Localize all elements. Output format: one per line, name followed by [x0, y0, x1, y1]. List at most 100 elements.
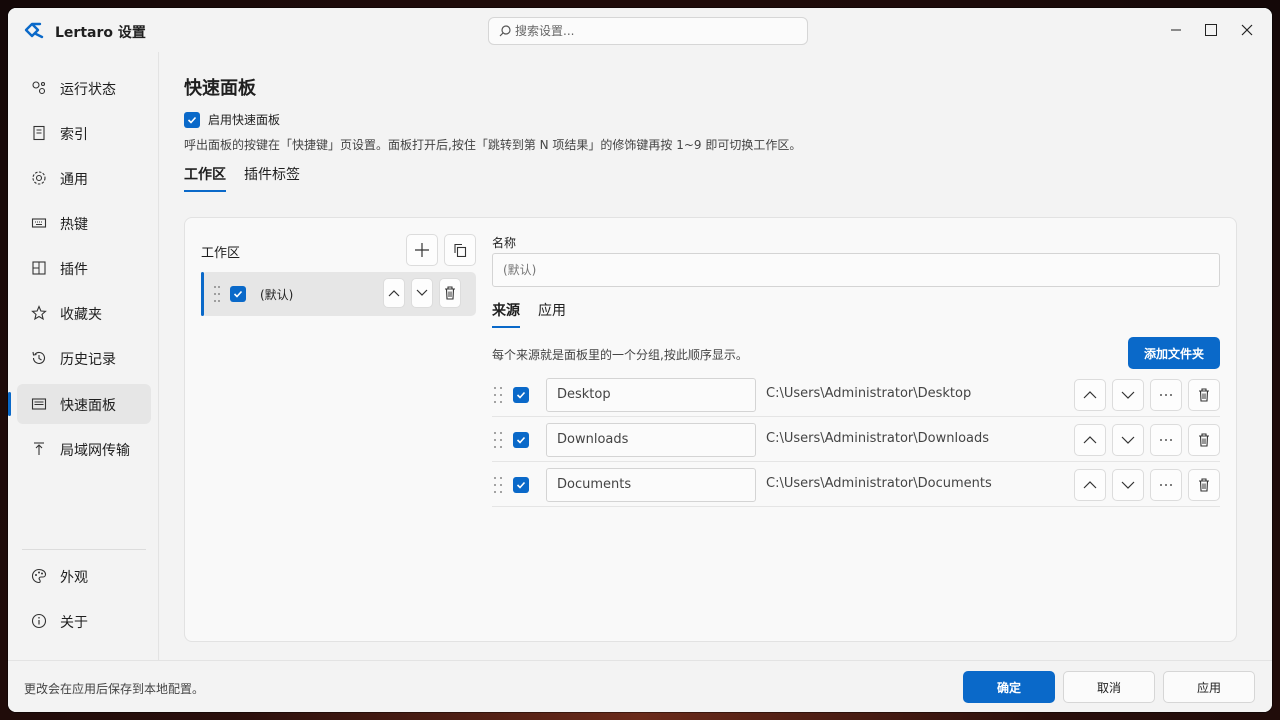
- sidebar-item-about[interactable]: 关于: [17, 601, 151, 641]
- chevron-down-icon: [416, 289, 428, 296]
- chevron-down-icon: [1121, 436, 1135, 444]
- info-icon: [31, 613, 47, 629]
- tab-apps[interactable]: 应用: [538, 300, 566, 328]
- title-bar: Lertaro 设置: [8, 8, 1272, 52]
- delete-source-button[interactable]: [1188, 379, 1220, 411]
- gear-icon: [32, 171, 46, 185]
- sidebar-item-index[interactable]: 索引: [17, 113, 151, 153]
- minimize-button[interactable]: [1166, 20, 1186, 40]
- chevron-down-icon: [1121, 481, 1135, 489]
- ok-button[interactable]: 确定: [963, 671, 1055, 703]
- upload-icon: [34, 442, 44, 455]
- source-name-field[interactable]: Documents: [546, 468, 756, 502]
- workspace-name: (默认): [260, 288, 294, 302]
- sidebar-item-label: 收藏夹: [60, 307, 102, 323]
- checkmark-icon: [516, 436, 526, 444]
- tab-workspaces[interactable]: 工作区: [184, 164, 226, 192]
- cancel-button[interactable]: 取消: [1063, 671, 1155, 703]
- plugin-icon: [32, 261, 46, 275]
- star-icon: [31, 305, 47, 321]
- duplicate-workspace-button[interactable]: [444, 234, 476, 266]
- tab-plugin-tags[interactable]: 插件标签: [244, 164, 300, 192]
- move-up-button[interactable]: [1074, 424, 1106, 456]
- delete-workspace-button[interactable]: [439, 278, 461, 308]
- sidebar-item-status[interactable]: 运行状态: [17, 68, 151, 108]
- move-up-button[interactable]: [383, 278, 405, 308]
- sidebar-item-plugins[interactable]: 插件: [17, 248, 151, 288]
- apply-button[interactable]: 应用: [1163, 671, 1255, 703]
- maximize-icon: [1205, 24, 1217, 36]
- sidebar-item-label: 热键: [60, 217, 88, 233]
- drag-handle-icon[interactable]: [492, 430, 504, 450]
- plus-icon: [415, 243, 429, 257]
- source-checkbox[interactable]: [513, 432, 529, 448]
- trash-icon: [1199, 388, 1209, 402]
- workspace-item[interactable]: (默认): [201, 272, 476, 316]
- move-down-button[interactable]: [411, 278, 433, 308]
- app-title: Lertaro 设置: [55, 25, 146, 41]
- move-up-button[interactable]: [1074, 469, 1106, 501]
- checkmark-icon: [516, 481, 526, 489]
- search-box[interactable]: [488, 17, 808, 45]
- source-checkbox[interactable]: [513, 387, 529, 403]
- search-input[interactable]: [515, 21, 795, 41]
- source-row: Downloads C:\Users\Administrator\Downloa…: [492, 418, 1220, 462]
- sidebar-item-label: 局域网传输: [60, 443, 130, 459]
- more-options-button[interactable]: [1150, 469, 1182, 501]
- sidebar-item-favorites[interactable]: 收藏夹: [17, 293, 151, 333]
- sidebar: 运行状态 索引 通用 热键 插件 收藏夹 历史记录 快速面板 局域网传输 外观 …: [8, 52, 159, 660]
- sidebar-item-quick-panel[interactable]: 快速面板: [8, 384, 151, 424]
- delete-source-button[interactable]: [1188, 424, 1220, 456]
- more-icon: [1160, 484, 1172, 486]
- sidebar-item-label: 运行状态: [60, 82, 116, 98]
- footer-note: 更改会在应用后保存到本地配置。: [24, 682, 205, 696]
- workspace-tabs: 来源 应用: [492, 300, 566, 328]
- drag-handle-icon[interactable]: [492, 475, 504, 495]
- more-options-button[interactable]: [1150, 379, 1182, 411]
- sidebar-item-hotkeys[interactable]: 热键: [17, 203, 151, 243]
- sidebar-item-label: 外观: [60, 570, 88, 586]
- panel-icon: [31, 398, 47, 410]
- sidebar-item-label: 历史记录: [60, 352, 116, 368]
- source-checkbox[interactable]: [513, 477, 529, 493]
- index-icon: [33, 125, 45, 141]
- sidebar-item-history[interactable]: 历史记录: [17, 338, 151, 378]
- footer-bar: 更改会在应用后保存到本地配置。 确定 取消 应用: [8, 660, 1272, 712]
- move-down-button[interactable]: [1112, 379, 1144, 411]
- workspace-name-input[interactable]: [492, 253, 1220, 287]
- tab-sources[interactable]: 来源: [492, 300, 520, 328]
- source-name-field[interactable]: Desktop: [546, 378, 756, 412]
- sidebar-item-lan-transfer[interactable]: 局域网传输: [17, 429, 151, 469]
- add-folder-button[interactable]: 添加文件夹: [1128, 337, 1220, 369]
- close-button[interactable]: [1237, 20, 1257, 40]
- workspace-checkbox[interactable]: [230, 286, 246, 302]
- sidebar-item-label: 插件: [60, 262, 88, 278]
- move-down-button[interactable]: [1112, 424, 1144, 456]
- sidebar-item-general[interactable]: 通用: [17, 158, 151, 198]
- trash-icon: [445, 286, 455, 300]
- checkmark-icon: [516, 391, 526, 399]
- move-down-button[interactable]: [1112, 469, 1144, 501]
- sources-hint: 每个来源就是面板里的一个分组,按此顺序显示。: [492, 348, 748, 362]
- add-workspace-button[interactable]: [406, 234, 438, 266]
- maximize-button[interactable]: [1201, 20, 1221, 40]
- more-options-button[interactable]: [1150, 424, 1182, 456]
- chevron-up-icon: [388, 290, 400, 297]
- drag-handle-icon[interactable]: [213, 284, 221, 304]
- source-name-field[interactable]: Downloads: [546, 423, 756, 457]
- move-up-button[interactable]: [1074, 379, 1106, 411]
- chevron-down-icon: [1121, 391, 1135, 399]
- source-path: C:\Users\Administrator\Documents: [766, 476, 992, 491]
- source-path: C:\Users\Administrator\Desktop: [766, 386, 972, 401]
- drag-handle-icon[interactable]: [492, 385, 504, 405]
- hotkey-hint: 呼出面板的按键在「快捷键」页设置。面板打开后,按住「跳转到第 N 项结果」的修饰…: [184, 138, 802, 152]
- minimize-icon: [1171, 29, 1181, 31]
- page-title: 快速面板: [184, 78, 256, 99]
- source-path: C:\Users\Administrator\Downloads: [766, 431, 990, 446]
- chevron-up-icon: [1083, 481, 1097, 489]
- enable-quick-panel-checkbox[interactable]: [184, 111, 200, 128]
- delete-source-button[interactable]: [1188, 469, 1220, 501]
- enable-quick-panel-label: 启用快速面板: [208, 113, 281, 127]
- sidebar-item-appearance[interactable]: 外观: [17, 556, 151, 596]
- settings-window: Lertaro 设置 运行状态: [8, 8, 1272, 712]
